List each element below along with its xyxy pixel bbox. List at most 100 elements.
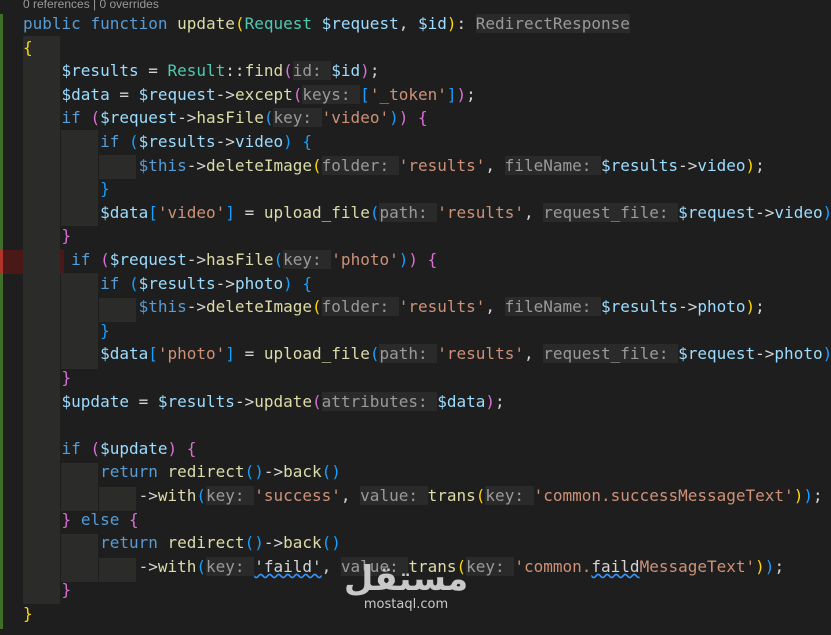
code-token: ,: [340, 486, 361, 505]
code-token: ): [803, 486, 813, 505]
code-token: ;: [774, 556, 785, 576]
code-token: (: [234, 14, 245, 33]
code-line[interactable]: public function update(Request $request,…: [23, 12, 630, 36]
code-token: $results: [138, 273, 216, 293]
code-token: ): [745, 297, 756, 317]
code-token: 'common.: [514, 556, 592, 576]
code-token: ->: [263, 462, 284, 482]
code-token: (): [244, 533, 264, 553]
code-token: {: [128, 509, 139, 529]
code-token: function: [90, 14, 178, 33]
code-token: video: [774, 202, 823, 222]
gutter-deleted-indicator[interactable]: [0, 250, 3, 274]
code-token: (: [90, 108, 101, 128]
code-token: return: [100, 533, 168, 553]
code-token: =: [234, 202, 264, 222]
code-token: (: [283, 61, 293, 81]
code-token: path:: [379, 202, 438, 222]
code-line[interactable]: if ($results->photo) {: [23, 272, 312, 296]
code-token: ): [389, 108, 399, 128]
code-line[interactable]: if ($request->hasFile(key: 'video')) {: [23, 106, 428, 130]
code-line[interactable]: }: [23, 602, 33, 626]
code-token: trans: [427, 486, 476, 505]
code-token: ->: [678, 155, 698, 175]
code-token: video: [697, 155, 746, 175]
code-line[interactable]: $data['video'] = upload_file(path: 'resu…: [23, 201, 831, 225]
code-line[interactable]: ->with(key: 'success', value: trans(key:…: [23, 484, 823, 508]
code-token: $results: [601, 297, 679, 317]
gutter-modified-indicator-2[interactable]: [0, 274, 3, 629]
code-token: {: [23, 37, 33, 57]
code-token: (: [100, 250, 110, 269]
code-token: update: [177, 14, 235, 33]
code-token: $this: [138, 155, 187, 175]
code-line[interactable]: $this->deleteImage(folder: 'results', fi…: [23, 295, 765, 319]
code-token: ]: [225, 344, 235, 364]
code-token: ->: [263, 533, 284, 553]
code-line[interactable]: $data = $request->except(keys: ['_token'…: [23, 83, 476, 107]
code-token: video: [234, 132, 284, 151]
code-token: find: [244, 61, 284, 81]
code-token: Result: [167, 61, 226, 81]
code-token: (): [321, 533, 341, 553]
code-line[interactable]: $update = $results->update(attributes: $…: [23, 390, 505, 414]
code-token: $results: [61, 61, 139, 81]
code-token: ->: [177, 108, 197, 128]
code-token: $request: [321, 14, 399, 33]
code-line[interactable]: }: [23, 319, 110, 343]
gutter-modified-indicator[interactable]: [0, 14, 3, 252]
code-token: ]: [225, 202, 235, 222]
code-token: $update: [61, 391, 129, 411]
code-token: ;: [755, 297, 765, 317]
code-token: =: [109, 84, 139, 104]
codelens-references[interactable]: 0 references | 0 overrides: [23, 0, 159, 11]
code-line[interactable]: if ($update) {: [23, 437, 197, 461]
code-token: ->: [678, 297, 698, 317]
code-line[interactable]: } else {: [23, 508, 139, 532]
code-token: 'common.successMessageText': [533, 486, 794, 505]
code-line[interactable]: if ($request->hasFile(key: 'photo')) {: [23, 248, 437, 272]
code-token: ): [745, 155, 756, 175]
code-token: ,: [485, 297, 505, 317]
code-token: 'faild': [254, 556, 322, 576]
code-token: deleteImage: [206, 155, 312, 175]
code-token: if: [100, 132, 129, 151]
code-token: ): [283, 132, 293, 151]
code-token: redirect: [167, 533, 245, 553]
code-line[interactable]: }: [23, 578, 72, 602]
code-token: $request: [109, 250, 187, 269]
code-line[interactable]: if ($results->video) {: [23, 130, 312, 154]
code-line[interactable]: $results = Result::find(id: $id);: [23, 59, 379, 83]
code-line[interactable]: $data['photo'] = upload_file(path: 'resu…: [23, 342, 831, 366]
code-token: fileName:: [504, 155, 601, 175]
code-line[interactable]: }: [23, 366, 72, 390]
code-token: update: [254, 391, 312, 411]
code-token: }: [61, 509, 72, 529]
code-token: ->: [186, 155, 207, 175]
code-token: request_file:: [543, 202, 679, 222]
code-token: fileName:: [504, 297, 601, 317]
code-token: (): [321, 462, 341, 482]
code-token: {: [427, 250, 438, 269]
code-token: if: [61, 438, 91, 458]
code-token: [: [148, 344, 158, 364]
code-token: $update: [100, 438, 168, 458]
code-line[interactable]: }: [23, 177, 110, 201]
watermark: مستقل mostaql.com: [336, 560, 476, 612]
code-line[interactable]: }: [23, 224, 72, 248]
code-line[interactable]: return redirect()->back(): [23, 531, 341, 555]
code-token: ->: [215, 273, 235, 293]
code-line[interactable]: {: [23, 36, 33, 60]
code-token: ;: [495, 391, 505, 411]
code-line[interactable]: return redirect()->back(): [23, 460, 341, 484]
code-line[interactable]: $this->deleteImage(folder: 'results', fi…: [23, 154, 765, 178]
